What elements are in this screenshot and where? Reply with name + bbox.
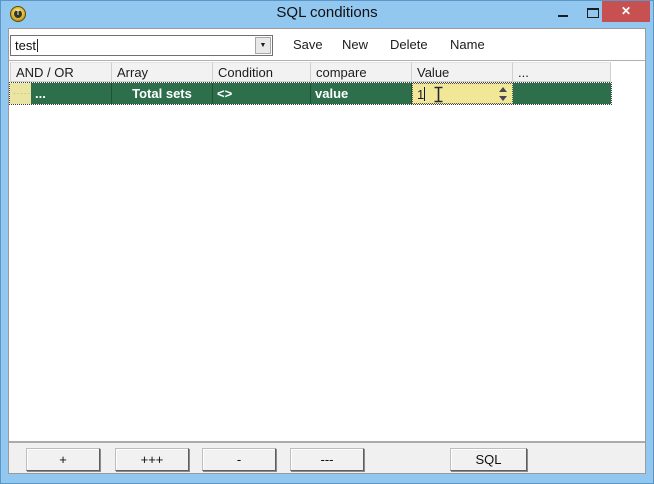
sql-button[interactable]: SQL bbox=[450, 448, 527, 471]
minimize-button[interactable] bbox=[554, 4, 572, 22]
close-button[interactable]: ✕ bbox=[602, 1, 650, 22]
ibeam-cursor-icon bbox=[433, 86, 444, 103]
add-condition-button[interactable]: + bbox=[26, 448, 100, 471]
row-indicator-dots: ····· bbox=[13, 89, 31, 98]
cell-condition[interactable]: <> bbox=[213, 83, 311, 104]
value-editor-field[interactable]: 1 bbox=[412, 83, 513, 104]
spin-up-icon[interactable] bbox=[499, 87, 507, 92]
delete-button[interactable]: Delete bbox=[390, 37, 428, 52]
maximize-icon bbox=[587, 8, 599, 18]
conditions-grid: AND / OR Array Condition compare Value .… bbox=[9, 60, 645, 442]
name-button[interactable]: Name bbox=[450, 37, 485, 52]
grid-header: AND / OR Array Condition compare Value .… bbox=[10, 62, 611, 82]
minimize-icon bbox=[558, 15, 568, 17]
text-caret bbox=[37, 39, 38, 52]
column-header-and-or[interactable]: AND / OR bbox=[10, 62, 112, 82]
maximize-button[interactable] bbox=[584, 4, 602, 22]
remove-condition-button[interactable]: - bbox=[202, 448, 276, 471]
cell-compare[interactable]: value bbox=[311, 83, 412, 104]
column-header-value[interactable]: Value bbox=[412, 62, 513, 82]
column-header-more[interactable]: ... bbox=[513, 62, 611, 82]
title-bar[interactable]: T SQL conditions ✕ bbox=[0, 0, 654, 28]
add-group-button[interactable]: +++ bbox=[115, 448, 189, 471]
grid-row[interactable]: ····· ... Total sets <> value 1 bbox=[10, 83, 611, 104]
cell-extra[interactable] bbox=[513, 83, 611, 104]
row-indicator[interactable]: ····· bbox=[10, 83, 31, 104]
cell-and-or[interactable]: ... bbox=[31, 83, 112, 104]
condition-set-combobox[interactable]: test ▼ bbox=[10, 35, 273, 56]
chevron-down-icon[interactable]: ▼ bbox=[255, 37, 271, 54]
save-button[interactable]: Save bbox=[293, 37, 323, 52]
value-spinner bbox=[497, 86, 509, 102]
client-area: test ▼ Save New Delete Name AND / OR Arr… bbox=[8, 28, 646, 474]
remove-group-button[interactable]: --- bbox=[290, 448, 364, 471]
toolbar: test ▼ Save New Delete Name bbox=[9, 29, 645, 60]
footer-bar: + +++ - --- SQL bbox=[9, 442, 645, 473]
column-header-compare[interactable]: compare bbox=[311, 62, 412, 82]
column-header-array[interactable]: Array bbox=[112, 62, 213, 82]
column-header-condition[interactable]: Condition bbox=[213, 62, 311, 82]
new-button[interactable]: New bbox=[342, 37, 368, 52]
spin-down-icon[interactable] bbox=[499, 96, 507, 101]
sql-conditions-window: T SQL conditions ✕ test ▼ Save New Delet… bbox=[0, 0, 654, 484]
combobox-value: test bbox=[15, 38, 36, 53]
text-caret bbox=[424, 87, 425, 101]
cell-array[interactable]: Total sets bbox=[112, 83, 213, 104]
